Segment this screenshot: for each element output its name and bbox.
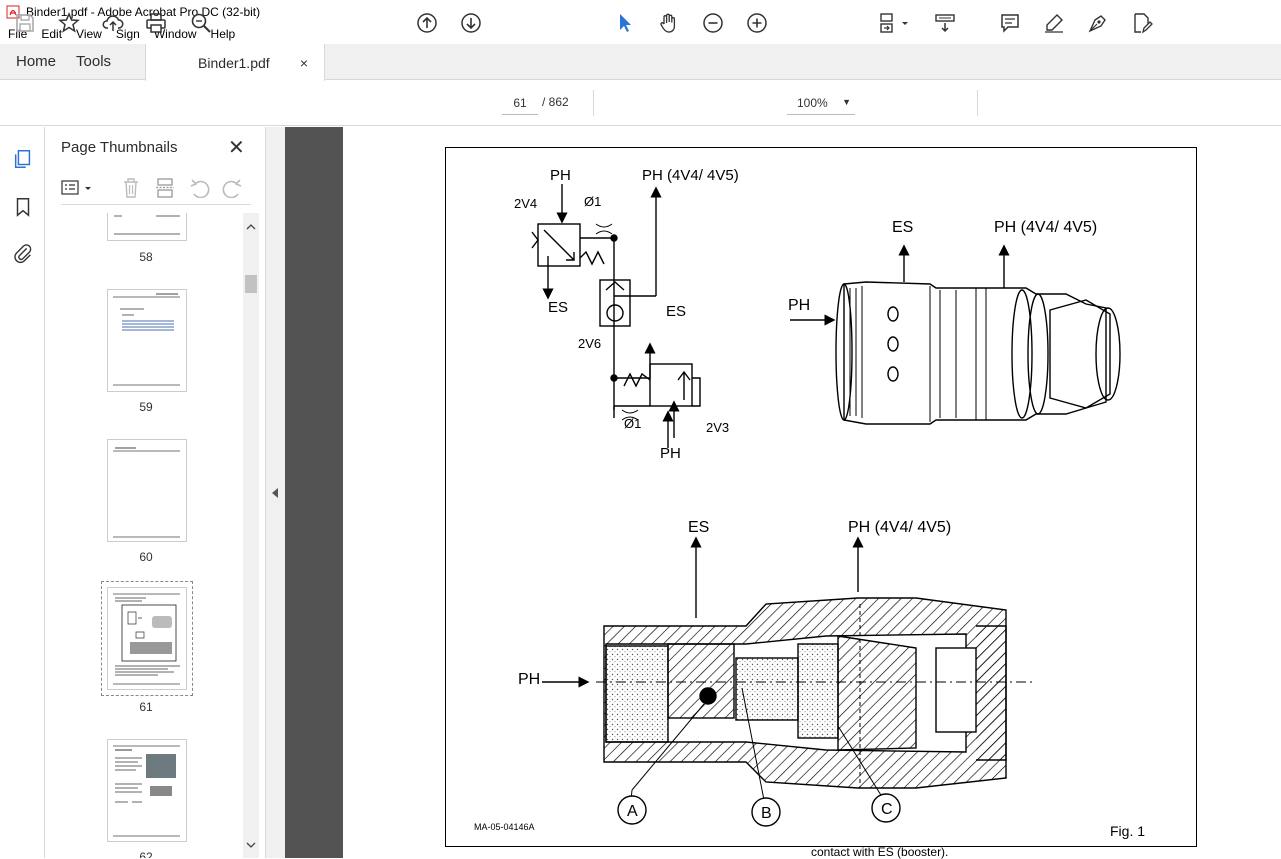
bookmark-star-icon[interactable] (56, 10, 82, 36)
next-page-icon[interactable] (458, 10, 484, 36)
cross-section-drawing (542, 536, 1036, 827)
tab-bar: Home Tools Binder1.pdf × (0, 44, 1281, 81)
callout-a: A (627, 803, 638, 820)
label-es-left: ES (548, 299, 568, 316)
chevron-down-icon[interactable] (898, 10, 912, 36)
page-body-text: contact with ES (booster). (811, 845, 949, 859)
label-ph-out: PH (4V4/ 4V5) (642, 167, 739, 184)
thumbnail-label: 59 (139, 400, 153, 414)
photo-label-ph-out: PH (4V4/ 4V5) (994, 219, 1097, 236)
upload-cloud-icon[interactable] (100, 10, 126, 36)
thumbnail-page-current[interactable] (107, 587, 187, 690)
thumbnail-page[interactable] (107, 739, 187, 842)
pdf-page: PH PH (4V4/ 4V5) 2V4 Ø1 ES 2V6 ES Ø1 2V3… (343, 127, 1281, 859)
zoom-level-select[interactable]: 100% ▼ (787, 91, 855, 115)
page-total: / 862 (542, 95, 569, 109)
zoom-in-icon[interactable] (744, 10, 770, 36)
scrollbar-thumb[interactable] (245, 275, 257, 293)
label-ph-bottom: PH (660, 445, 681, 462)
label-2v3: 2V3 (706, 420, 729, 435)
thumbnails-panel: Page Thumbnails ✕ 58 59 60 61 62 (46, 127, 266, 858)
label-ph-top: PH (550, 167, 571, 184)
delete-icon[interactable] (121, 177, 141, 199)
thumbnail-page[interactable] (107, 213, 187, 241)
zoom-level-value: 100% (797, 95, 828, 110)
left-rail (0, 127, 45, 858)
highlight-pen-icon[interactable] (1041, 10, 1067, 36)
fill-sign-icon[interactable] (1129, 10, 1155, 36)
panel-title: Page Thumbnails (61, 139, 178, 156)
figure-frame: PH PH (4V4/ 4V5) 2V4 Ø1 ES 2V6 ES Ø1 2V3… (445, 147, 1197, 847)
thumbnail-label: 60 (139, 550, 153, 564)
callout-c: C (881, 801, 893, 818)
photo-label-ph-in: PH (788, 297, 810, 314)
thumbnail-scrollbar[interactable] (243, 213, 259, 858)
toolbar-divider (593, 90, 594, 116)
thumbnail-label: 62 (139, 850, 153, 858)
rotate-right-icon[interactable] (221, 178, 243, 198)
chevron-down-icon: ▼ (842, 97, 851, 107)
attachments-icon[interactable] (11, 241, 35, 265)
bookmarks-icon[interactable] (11, 195, 35, 219)
page-thumbnails-icon[interactable] (11, 147, 35, 171)
toolbar (0, 81, 1281, 126)
zoom-search-icon[interactable] (188, 10, 214, 36)
panel-collapse-strip[interactable] (266, 127, 285, 858)
section-label-ph-in: PH (518, 671, 540, 688)
close-tab-icon[interactable]: × (300, 55, 308, 71)
toolbar-divider (977, 90, 978, 116)
select-cursor-icon[interactable] (612, 10, 638, 36)
hydraulic-figure: PH PH (4V4/ 4V5) 2V4 Ø1 ES 2V6 ES Ø1 2V3… (474, 167, 1145, 839)
scroll-up-icon[interactable] (246, 223, 256, 231)
collapse-panel-icon[interactable] (271, 487, 279, 499)
cartridge-drawing (790, 244, 1121, 425)
panel-toolbar (61, 175, 251, 205)
document-viewer[interactable]: PH PH (4V4/ 4V5) 2V4 Ø1 ES 2V6 ES Ø1 2V3… (285, 127, 1281, 859)
previous-page-icon[interactable] (414, 10, 440, 36)
thumbnail-label: 58 (139, 250, 153, 264)
zoom-out-icon[interactable] (700, 10, 726, 36)
label-2v4: 2V4 (514, 196, 537, 211)
section-label-es: ES (688, 519, 709, 536)
save-icon[interactable] (12, 10, 38, 36)
scroll-down-icon[interactable] (246, 841, 256, 849)
label-orifice-top: Ø1 (584, 194, 601, 209)
label-2v6: 2V6 (578, 336, 601, 351)
label-es-right: ES (666, 303, 686, 320)
close-icon[interactable]: ✕ (228, 135, 245, 160)
tab-document[interactable]: Binder1.pdf × (145, 44, 326, 81)
section-label-ph-out: PH (4V4/ 4V5) (848, 519, 951, 536)
photo-label-es: ES (892, 219, 913, 236)
callout-b: B (761, 805, 772, 822)
scroll-mode-icon[interactable] (932, 10, 958, 36)
tab-document-label: Binder1.pdf (198, 54, 270, 71)
thumbnail-page[interactable] (107, 289, 187, 392)
thumbnail-page[interactable] (107, 439, 187, 542)
options-menu-icon[interactable] (61, 179, 95, 199)
tab-home[interactable]: Home (0, 44, 72, 79)
tab-tools[interactable]: Tools (72, 44, 127, 79)
label-orifice-bottom: Ø1 (624, 416, 641, 431)
thumbnail-label: 61 (139, 700, 153, 714)
comment-icon[interactable] (997, 10, 1023, 36)
thumbnail-list: 58 59 60 61 62 (46, 213, 261, 858)
print-icon[interactable] (143, 10, 169, 36)
page-number-input[interactable]: 61 (502, 91, 538, 115)
figure-number: Fig. 1 (1110, 823, 1145, 839)
rotate-left-icon[interactable] (189, 178, 211, 198)
hand-tool-icon[interactable] (656, 10, 682, 36)
draw-pen-icon[interactable] (1085, 10, 1111, 36)
extract-page-icon[interactable] (155, 177, 175, 199)
figure-reference: MA-05-04146A (474, 822, 535, 832)
